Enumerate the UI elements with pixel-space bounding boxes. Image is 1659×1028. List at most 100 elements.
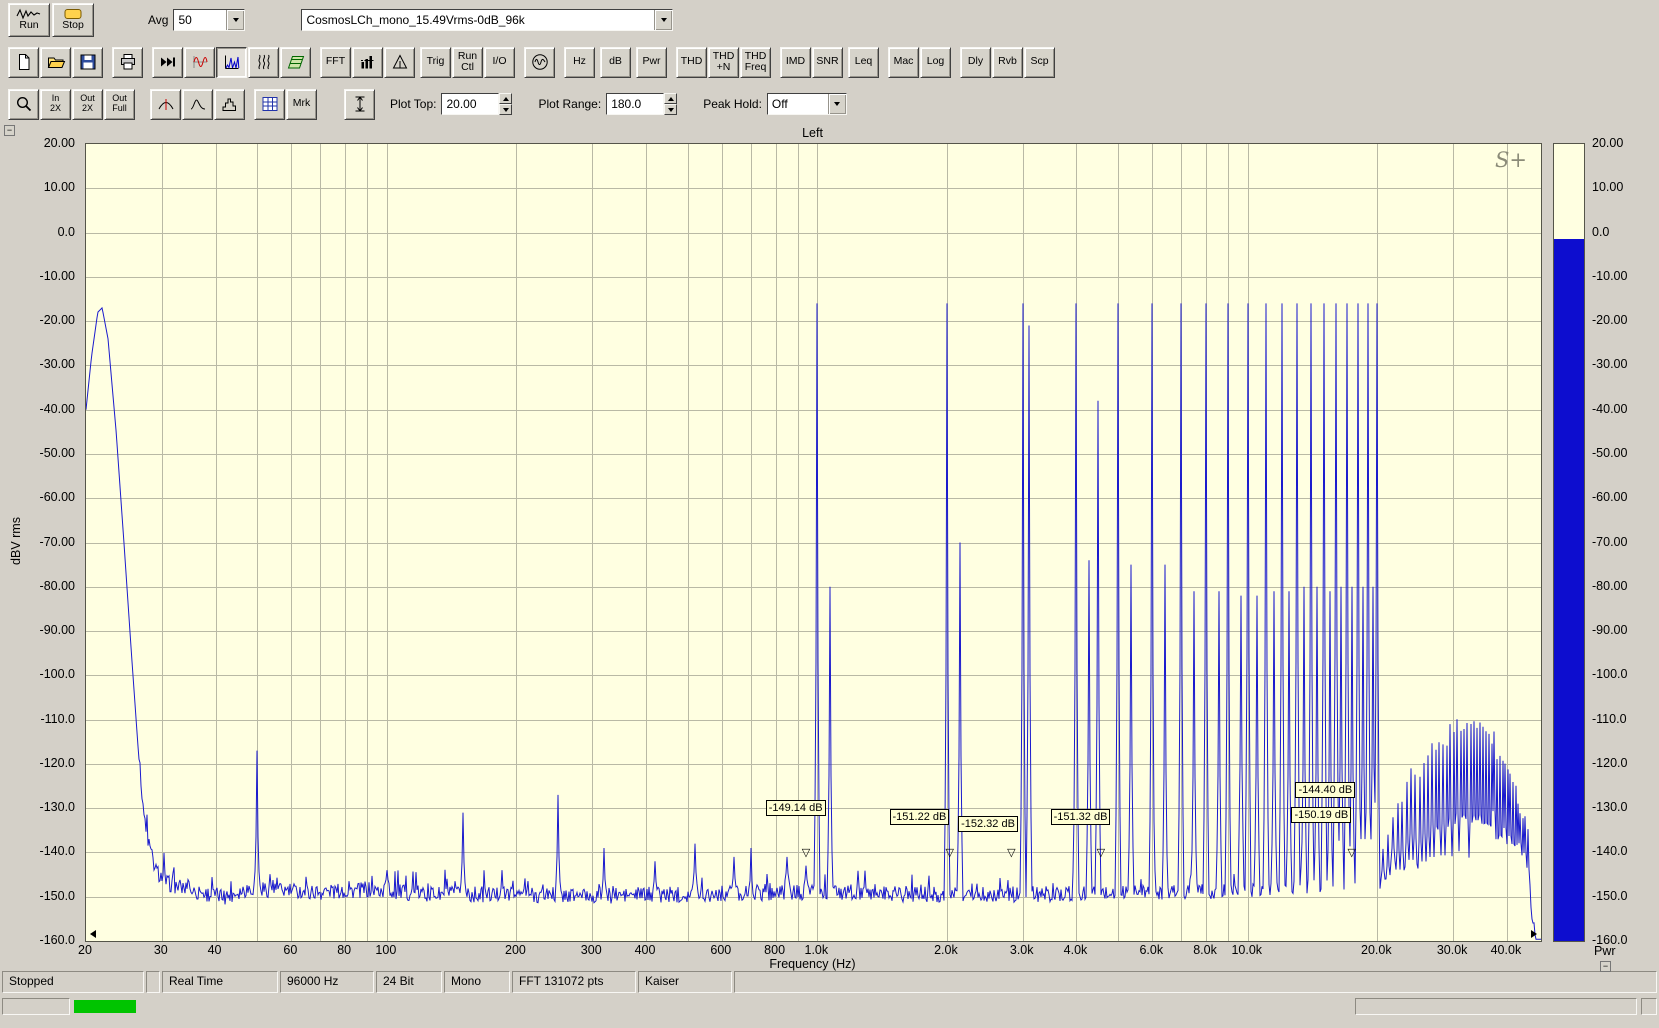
bar-graph-icon [358, 52, 378, 72]
y-tick-label: -150.0 [39, 888, 75, 903]
stop-button[interactable]: Stop [52, 3, 94, 37]
save-button[interactable] [72, 46, 103, 78]
fft-settings-button[interactable]: FFT [320, 46, 351, 78]
run-button[interactable]: Run [8, 3, 50, 37]
delay-button[interactable]: Dly [960, 46, 991, 78]
chevron-down-icon[interactable] [827, 94, 846, 114]
calibration-button[interactable] [384, 46, 415, 78]
scroll-left-arrow[interactable] [88, 929, 98, 939]
imd-button[interactable]: IMD [780, 46, 811, 78]
pwr-button[interactable]: Pwr [636, 46, 667, 78]
time-series-icon [190, 52, 210, 72]
scaling-button[interactable] [352, 46, 383, 78]
marker-label[interactable]: -151.32 dB [1050, 809, 1111, 826]
marker-label[interactable]: -150.19 dB [1291, 806, 1352, 823]
button-label: THD +N [712, 49, 735, 73]
marker-label[interactable]: -149.14 dB [765, 800, 826, 817]
marker-arrow[interactable]: ▽ [1007, 848, 1015, 859]
log-button[interactable]: Log [920, 46, 951, 78]
io-device-button[interactable]: I/O [484, 46, 515, 78]
marker-arrow[interactable]: ▽ [946, 848, 954, 859]
process-button[interactable] [152, 46, 183, 78]
signal-generator-button[interactable] [524, 46, 555, 78]
thd-freq-button[interactable]: THD Freq [740, 46, 771, 78]
marker-label[interactable]: -151.22 dB [889, 809, 950, 826]
print-button[interactable] [112, 46, 143, 78]
status-mode: Real Time [162, 971, 278, 993]
zoom-out-full-button[interactable]: Out Full [104, 88, 135, 120]
hz-button[interactable]: Hz [564, 46, 595, 78]
plot-top-spinner[interactable] [499, 93, 513, 115]
x-tick-label: 40 [207, 943, 222, 957]
run-control-button[interactable]: Run Ctl [452, 46, 483, 78]
spinner-up-icon[interactable] [499, 93, 513, 104]
marker-toggle-button[interactable]: Mrk [286, 88, 317, 120]
status-bit-depth: 24 Bit [376, 971, 442, 993]
peak-hold-select[interactable]: Off [766, 93, 847, 115]
plot-top-input[interactable] [441, 93, 500, 115]
zoom-button[interactable] [8, 88, 39, 120]
scroll-right-arrow[interactable] [1529, 929, 1539, 939]
plot-scale-button[interactable] [344, 88, 375, 120]
status-sample-rate: 96000 Hz [280, 971, 374, 993]
main-toolbar: Run Stop Avg 50 CosmosLCh_mono_15.49Vrms… [0, 0, 1659, 40]
zoom-in-2x-button[interactable]: In 2X [40, 88, 71, 120]
x-tick-label: 400 [634, 943, 656, 957]
zoom-out-2x-button[interactable]: Out 2X [72, 88, 103, 120]
surface-view-button[interactable] [280, 46, 311, 78]
plot-range-spinner[interactable] [664, 93, 678, 115]
x-tick-label: 100 [375, 943, 397, 957]
spectrogram-icon [254, 52, 274, 72]
scope-button[interactable]: Scp [1024, 46, 1055, 78]
marker-arrow[interactable]: ▽ [1347, 848, 1355, 859]
marker-label[interactable]: -152.32 dB [958, 815, 1018, 832]
run-button-label: Run [19, 19, 39, 32]
spinner-down-icon[interactable] [664, 104, 678, 115]
marker-label[interactable]: -144.40 dB [1295, 782, 1356, 799]
bottom-strip [0, 995, 1659, 1017]
collapse-power-bar-button[interactable]: − [1600, 961, 1611, 972]
thd-n-button[interactable]: THD +N [708, 46, 739, 78]
reverb-button[interactable]: Rvb [992, 46, 1023, 78]
spectrum-view-button[interactable] [216, 46, 247, 78]
avg-select[interactable]: 50 [173, 9, 246, 31]
vertical-ruler-icon [350, 94, 370, 114]
file-select[interactable]: CosmosLCh_mono_15.49Vrms-0dB_96k [301, 9, 674, 31]
utilities-button[interactable] [254, 88, 285, 120]
snr-button[interactable]: SNR [812, 46, 843, 78]
leq-button[interactable]: Leq [848, 46, 879, 78]
collapse-plot-button[interactable]: − [4, 125, 15, 136]
histogram-button[interactable] [214, 88, 245, 120]
db-button[interactable]: dB [600, 46, 631, 78]
y-tick-label: -10.00 [1592, 268, 1628, 283]
spectrogram-view-button[interactable] [248, 46, 279, 78]
new-file-button[interactable] [8, 46, 39, 78]
y-tick-label: -100.0 [1592, 667, 1628, 682]
spinner-up-icon[interactable] [664, 93, 678, 104]
x-tick-label: 20 [78, 943, 92, 957]
marker-curve-button[interactable] [150, 88, 181, 120]
x-tick-label: 200 [505, 943, 526, 957]
spectrum-plot[interactable]: ▽ -149.14 dB ▽ -151.22 dB ▽ -152.32 dB ▽ -151.3… [85, 143, 1542, 942]
meter-panel [2, 997, 70, 1015]
chevron-down-icon[interactable] [226, 10, 245, 30]
marker-arrow[interactable]: ▽ [1097, 848, 1105, 859]
plot-range-input[interactable] [606, 93, 665, 115]
y-tick-label: -100.0 [39, 667, 75, 682]
trigger-button[interactable]: Trig [420, 46, 451, 78]
y-axis-tick-labels-left: 20.00 10.00 0.0 -10.00 -20.00 -30.00 -40.00 -50… [0, 136, 79, 947]
resize-grip[interactable] [1641, 997, 1657, 1015]
power-level-bar [1553, 143, 1585, 942]
thd-button[interactable]: THD [676, 46, 707, 78]
status-bar: Stopped Real Time 96000 Hz 24 Bit Mono F… [0, 970, 1659, 993]
time-series-view-button[interactable] [184, 46, 215, 78]
spinner-down-icon[interactable] [499, 104, 513, 115]
y-tick-label: -130.0 [1592, 800, 1628, 815]
macro-button[interactable]: Mac [888, 46, 919, 78]
chevron-down-icon[interactable] [654, 10, 673, 30]
new-document-icon [14, 52, 34, 72]
open-file-button[interactable] [40, 46, 71, 78]
marker-arrow[interactable]: ▽ [802, 848, 810, 859]
y-tick-label: 10.00 [1592, 180, 1624, 195]
smoothing-button[interactable] [182, 88, 213, 120]
